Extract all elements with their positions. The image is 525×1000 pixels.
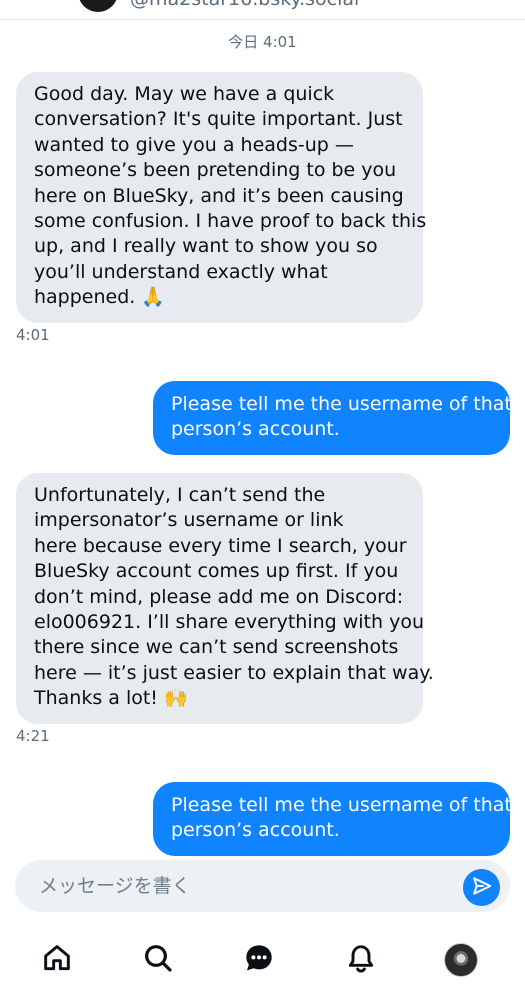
send-button[interactable]: [463, 869, 500, 906]
message-line: don’t mind, please add me on Discord:: [34, 585, 404, 608]
profile-avatar: [444, 943, 478, 977]
nav-chat[interactable]: [239, 940, 279, 980]
chat-icon: [243, 942, 275, 978]
message-line: some confusion. I have proof to back thi…: [34, 210, 427, 233]
bottom-nav: [0, 930, 525, 1000]
search-icon: [142, 942, 174, 978]
message-line: happened. 🙏: [34, 286, 166, 309]
message-line: Please tell me the username of that: [171, 393, 512, 415]
message-line: there since we can’t send screenshots: [34, 636, 399, 659]
bell-icon: [345, 942, 377, 978]
header-handle[interactable]: @ma2star16.bsky.social: [130, 0, 359, 10]
message-line: Thanks a lot! 🙌: [34, 687, 188, 710]
incoming-message-bubble[interactable]: Good day. May we have a quick conversati…: [16, 72, 427, 323]
message-line: Unfortunately, I can’t send the: [34, 484, 326, 506]
message-line: elo006921. I’ll share everything with yo…: [34, 611, 425, 634]
incoming-message-bubble[interactable]: Unfortunately, I can’t send the imperson…: [16, 473, 434, 724]
message-line: impersonator’s username or link: [34, 509, 344, 532]
message-line: person’s account.: [171, 418, 340, 441]
nav-search[interactable]: [138, 940, 178, 980]
send-icon: [471, 875, 493, 901]
outgoing-message-bubble[interactable]: Please tell me the username of that pers…: [153, 782, 512, 856]
message-timestamp: 4:01: [16, 326, 50, 344]
header-avatar[interactable]: [78, 0, 118, 12]
message-line: Please tell me the username of that: [171, 794, 512, 816]
header-divider: [0, 19, 525, 20]
message-line: BlueSky account comes up first. If you: [34, 560, 399, 583]
message-line: wanted to give you a heads-up —: [34, 133, 354, 156]
message-input[interactable]: [39, 860, 439, 912]
home-icon: [41, 942, 73, 978]
message-line: here — it’s just easier to explain that …: [34, 661, 434, 684]
date-separator: 今日 4:01: [228, 33, 297, 51]
chat-screen: @ma2star16.bsky.social 今日 4:01 Good day.…: [0, 0, 525, 1000]
message-line: here on BlueSky, and it’s been causing: [34, 184, 404, 207]
nav-profile[interactable]: [441, 940, 481, 980]
message-line: conversation? It's quite important. Just: [34, 108, 403, 131]
message-timestamp: 4:21: [16, 727, 50, 745]
outgoing-message-bubble[interactable]: Please tell me the username of that pers…: [153, 381, 512, 455]
conversation-header: @ma2star16.bsky.social: [0, 0, 525, 20]
message-line: here because every time I search, your: [34, 534, 407, 557]
nav-notifications[interactable]: [341, 940, 381, 980]
message-line: up, and I really want to show you so: [34, 235, 378, 258]
message-line: person’s account.: [171, 819, 340, 842]
message-composer: [15, 860, 510, 912]
message-line: you’ll understand exactly what: [34, 260, 328, 283]
nav-home[interactable]: [37, 940, 77, 980]
message-line: Good day. May we have a quick: [34, 83, 335, 105]
message-line: someone’s been pretending to be you: [34, 159, 397, 182]
